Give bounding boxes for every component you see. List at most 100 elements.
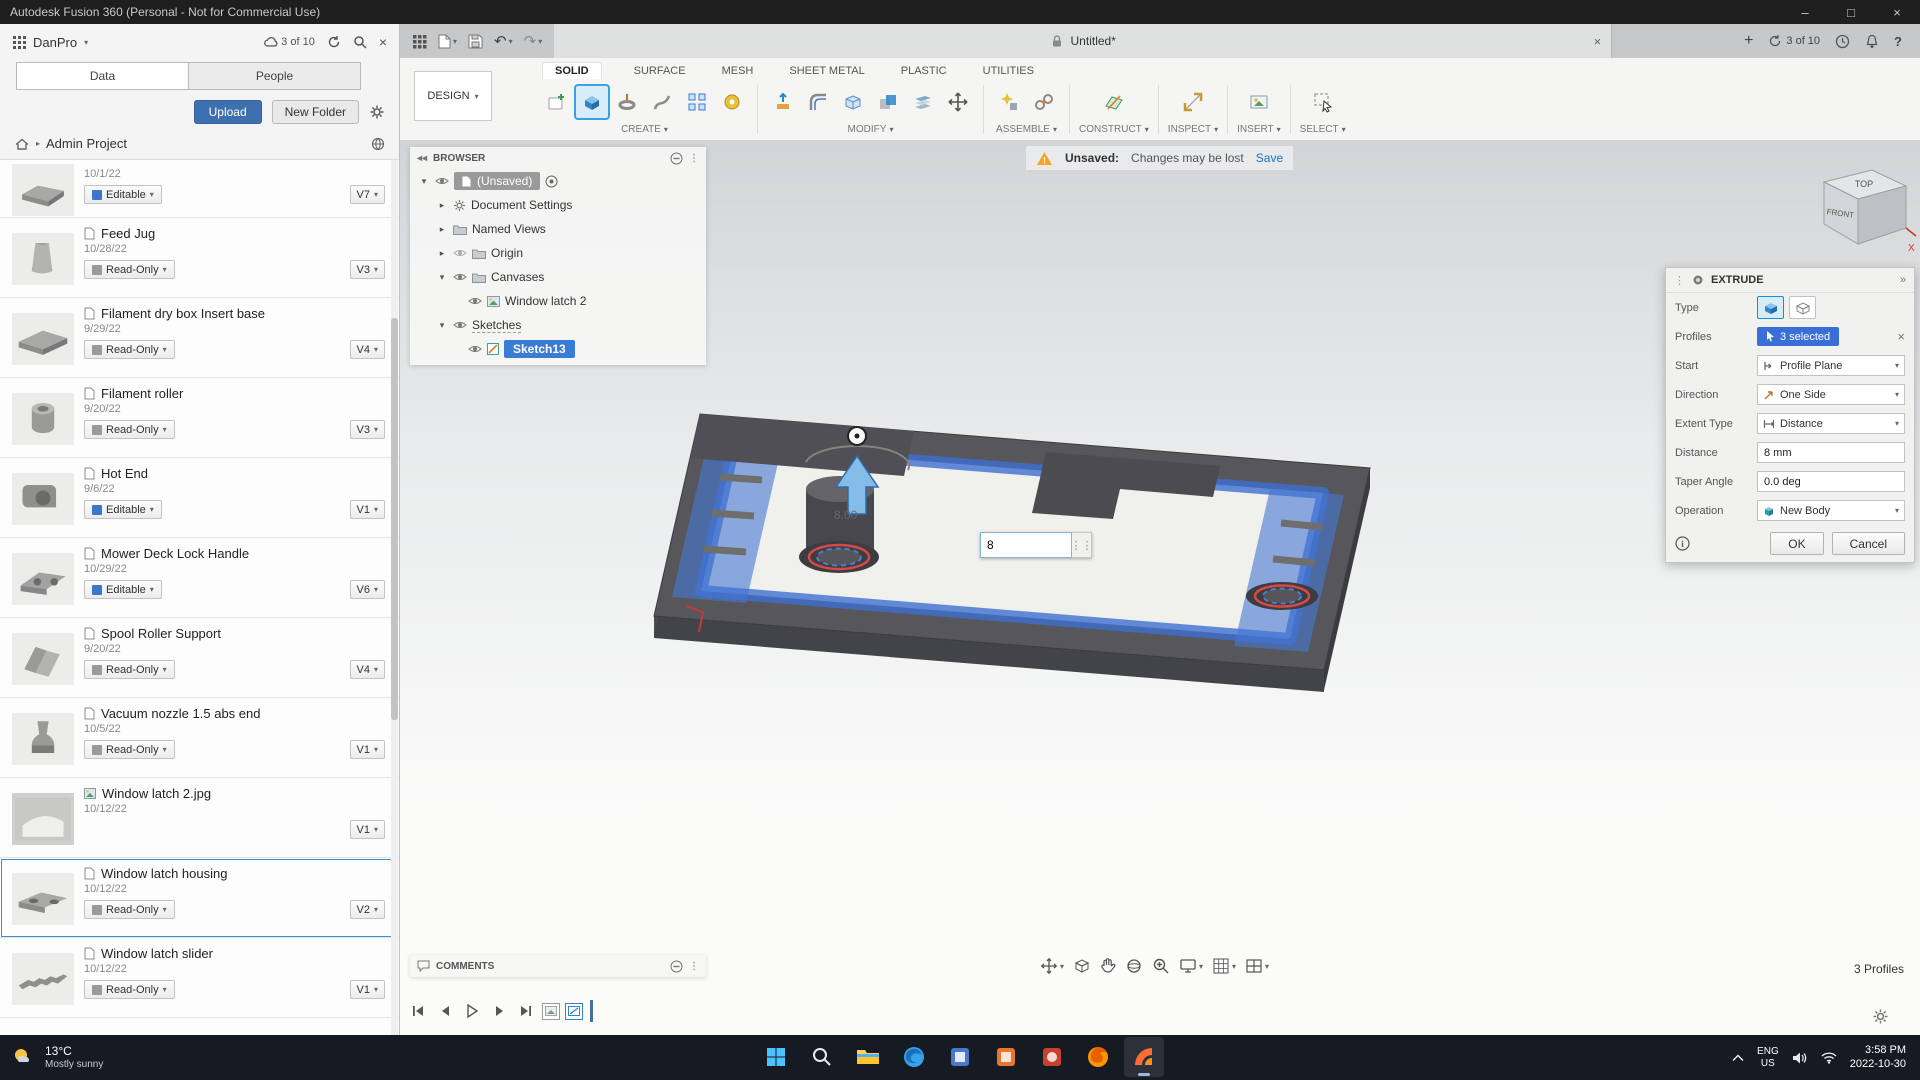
- type-extrude-button[interactable]: [1757, 296, 1784, 319]
- item-version-dropdown[interactable]: V1 ▾: [349, 820, 385, 839]
- save-icon[interactable]: [468, 34, 483, 49]
- move-copy-tool[interactable]: [942, 86, 974, 118]
- pattern-tool[interactable]: [681, 86, 713, 118]
- tab-close-icon[interactable]: ×: [1594, 34, 1602, 49]
- list-item[interactable]: Filament dry box Insert base 9/29/22 Rea…: [0, 298, 399, 378]
- list-item-selected[interactable]: Window latch housing 10/12/22 Read-Only ▾…: [0, 858, 399, 938]
- tab-data[interactable]: Data: [16, 62, 188, 90]
- help-icon[interactable]: ?: [1894, 34, 1902, 49]
- operation-dropdown[interactable]: New Body ▾: [1757, 500, 1905, 521]
- item-access-dropdown[interactable]: Read-Only ▾: [84, 980, 175, 999]
- orbit-constrained-icon[interactable]: ▾: [1040, 957, 1064, 975]
- item-access-dropdown[interactable]: Read-Only ▾: [84, 340, 175, 359]
- save-link[interactable]: Save: [1256, 151, 1283, 165]
- grid-snap-icon[interactable]: ▾: [1212, 957, 1236, 975]
- apps-grid-icon[interactable]: [412, 34, 427, 49]
- taper-angle-input[interactable]: 0.0 deg: [1757, 471, 1905, 492]
- new-folder-button[interactable]: New Folder: [271, 100, 359, 124]
- look-at-icon[interactable]: [1073, 957, 1091, 975]
- expand-caret-icon[interactable]: ▾: [436, 320, 448, 331]
- tab-plastic[interactable]: PLASTIC: [897, 63, 951, 79]
- dialog-expand-icon[interactable]: »: [1900, 274, 1906, 286]
- item-access-dropdown[interactable]: Editable ▾: [84, 185, 162, 204]
- panel-grip-icon[interactable]: ⋮: [689, 153, 699, 164]
- item-access-dropdown[interactable]: Read-Only ▾: [84, 900, 175, 919]
- notifications-bell-icon[interactable]: [1865, 34, 1879, 49]
- browser-node-sketch13[interactable]: Sketch13: [410, 337, 706, 361]
- view-toggle-icon[interactable]: [371, 137, 385, 151]
- panel-close-icon[interactable]: ×: [379, 34, 387, 50]
- weather-widget[interactable]: 13°C Mostly sunny: [0, 1044, 230, 1070]
- job-status[interactable]: 3 of 10: [1768, 34, 1820, 48]
- expand-caret-icon[interactable]: ▾: [436, 272, 448, 283]
- list-item[interactable]: Window latch slider 10/12/22 Read-Only ▾ …: [0, 938, 399, 1018]
- clear-selection-icon[interactable]: ×: [1897, 329, 1905, 344]
- refresh-icon[interactable]: [327, 35, 341, 49]
- panel-settings-gear-icon[interactable]: [369, 104, 385, 120]
- visibility-eye-icon[interactable]: [468, 296, 482, 306]
- new-document-icon[interactable]: ▾: [438, 34, 457, 49]
- list-scrollbar[interactable]: [391, 160, 398, 1035]
- home-icon[interactable]: [14, 137, 30, 151]
- display-settings-icon[interactable]: ▾: [1179, 958, 1203, 974]
- item-version-dropdown[interactable]: V7 ▾: [349, 185, 385, 204]
- item-version-dropdown[interactable]: V4 ▾: [349, 660, 385, 679]
- timeline-skip-end-icon[interactable]: [515, 1000, 537, 1022]
- panel-minimize-icon[interactable]: [670, 960, 683, 973]
- shell-tool[interactable]: [837, 86, 869, 118]
- tray-chevron-up-icon[interactable]: [1732, 1053, 1744, 1062]
- item-version-dropdown[interactable]: V1 ▾: [349, 740, 385, 759]
- collapse-panel-icon[interactable]: ◂◂: [417, 153, 427, 164]
- insert-canvas-tool[interactable]: [1243, 86, 1275, 118]
- viewcube-top-label[interactable]: TOP: [1855, 179, 1873, 189]
- edge-browser-icon[interactable]: [894, 1037, 934, 1077]
- expand-caret-icon[interactable]: ▸: [436, 200, 448, 211]
- info-icon[interactable]: i: [1675, 536, 1690, 551]
- browser-node-canvases[interactable]: ▾ Canvases: [410, 265, 706, 289]
- redo-icon[interactable]: ↷ ▾: [524, 32, 543, 50]
- taskbar-search-icon[interactable]: [802, 1037, 842, 1077]
- offset-face-tool[interactable]: [907, 86, 939, 118]
- item-version-dropdown[interactable]: V4 ▾: [349, 340, 385, 359]
- distance-value-input[interactable]: 8 mm: [1757, 442, 1905, 463]
- press-pull-tool[interactable]: [767, 86, 799, 118]
- profiles-selected-chip[interactable]: 3 selected: [1757, 327, 1840, 346]
- browser-node-root[interactable]: ▾ (Unsaved): [410, 169, 706, 193]
- taskbar-app-icon[interactable]: [986, 1037, 1026, 1077]
- visibility-eye-icon[interactable]: [468, 344, 482, 354]
- timeline-position-marker[interactable]: [590, 1000, 593, 1022]
- list-item[interactable]: Window latch 2.jpg 10/12/22 V1 ▾: [0, 778, 399, 858]
- timeline-play-icon[interactable]: [461, 1000, 483, 1022]
- visibility-eye-icon[interactable]: [453, 320, 467, 330]
- panel-minimize-icon[interactable]: [670, 152, 683, 165]
- group-label-create[interactable]: CREATE ▾: [621, 124, 668, 135]
- tab-people[interactable]: People: [188, 62, 361, 90]
- activate-radio-icon[interactable]: [545, 175, 558, 188]
- new-tab-icon[interactable]: +: [1744, 32, 1753, 50]
- browser-node-sketches[interactable]: ▾ Sketches: [410, 313, 706, 337]
- tab-utilities[interactable]: UTILITIES: [979, 63, 1038, 79]
- item-access-dropdown[interactable]: Editable ▾: [84, 580, 162, 599]
- team-selector[interactable]: DanPro: [33, 35, 77, 50]
- coil-tool[interactable]: [716, 86, 748, 118]
- design-mode-dropdown[interactable]: DESIGN ▾: [414, 71, 492, 121]
- item-version-dropdown[interactable]: V1 ▾: [349, 980, 385, 999]
- clock-icon[interactable]: [1835, 34, 1850, 49]
- visibility-eye-icon[interactable]: [435, 176, 449, 186]
- firefox-icon[interactable]: [1078, 1037, 1118, 1077]
- list-item[interactable]: 10/1/22 Editable ▾ V7 ▾: [0, 160, 399, 218]
- item-access-dropdown[interactable]: Editable ▾: [84, 500, 162, 519]
- tab-surface[interactable]: SURFACE: [630, 63, 690, 79]
- clock-date-widget[interactable]: 3:58 PM 2022-10-30: [1850, 1044, 1906, 1072]
- settings-gear-icon[interactable]: [1872, 1008, 1889, 1025]
- list-item[interactable]: Feed Jug 10/28/22 Read-Only ▾ V3 ▾: [0, 218, 399, 298]
- list-item[interactable]: Hot End 9/6/22 Editable ▾ V1 ▾: [0, 458, 399, 538]
- item-version-dropdown[interactable]: V3 ▾: [349, 260, 385, 279]
- sweep-tool[interactable]: [646, 86, 678, 118]
- tab-mesh[interactable]: MESH: [718, 63, 758, 79]
- item-access-dropdown[interactable]: Read-Only ▾: [84, 740, 175, 759]
- revolve-tool[interactable]: [611, 86, 643, 118]
- joint-tool[interactable]: [1028, 86, 1060, 118]
- list-item[interactable]: Spool Roller Support 9/20/22 Read-Only ▾ …: [0, 618, 399, 698]
- cloud-sync-status[interactable]: 3 of 10: [263, 36, 315, 48]
